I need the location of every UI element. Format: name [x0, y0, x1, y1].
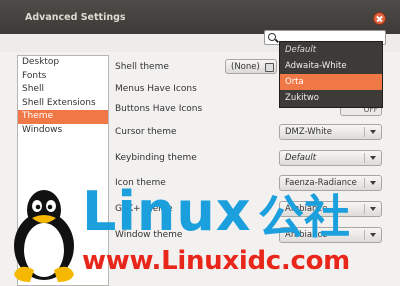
cursor-theme-value: DMZ-White — [285, 127, 332, 137]
chevron-down-icon — [370, 207, 376, 211]
sidebar-item-shell[interactable]: Shell — [18, 83, 108, 97]
combo-divider — [364, 178, 365, 188]
close-icon[interactable] — [373, 12, 386, 25]
chevron-down-icon — [370, 156, 376, 160]
icon-theme-combo[interactable]: Faenza-Radiance — [279, 175, 382, 191]
icon-theme-value: Faenza-Radiance — [285, 178, 357, 188]
chevron-down-icon — [370, 181, 376, 185]
watermark-linux-text: Linux — [82, 180, 252, 243]
buttons-have-icons-label: Buttons Have Icons — [115, 104, 203, 114]
keybinding-theme-value: Default — [285, 153, 317, 163]
tux-penguin-logo — [14, 190, 74, 282]
cursor-theme-label: Cursor theme — [115, 127, 177, 137]
window-titlebar: Advanced Settings — [0, 0, 400, 34]
window-title: Advanced Settings — [25, 12, 126, 23]
shell-theme-label: Shell theme — [115, 62, 169, 72]
combo-divider — [364, 153, 365, 163]
dropdown-option-default[interactable]: Default — [280, 42, 382, 58]
cursor-theme-combo[interactable]: DMZ-White — [279, 124, 382, 140]
sidebar-item-theme[interactable]: Theme — [18, 110, 108, 124]
folder-icon — [265, 63, 274, 72]
sidebar-item-windows[interactable]: Windows — [18, 124, 108, 138]
combo-divider — [364, 230, 365, 240]
combo-divider — [364, 204, 365, 214]
shell-theme-button[interactable]: (None) — [225, 59, 277, 74]
dropdown-option-orta[interactable]: Orta — [280, 74, 382, 90]
sidebar-item-desktop[interactable]: Desktop — [18, 56, 108, 70]
dropdown-option-adwaita-white[interactable]: Adwaita-White — [280, 58, 382, 74]
chevron-down-icon — [370, 130, 376, 134]
sidebar-item-shell-extensions[interactable]: Shell Extensions — [18, 97, 108, 111]
menus-have-icons-label: Menus Have Icons — [115, 84, 197, 94]
keybinding-theme-combo[interactable]: Default — [279, 150, 382, 166]
search-icon — [268, 33, 276, 41]
sidebar-item-fonts[interactable]: Fonts — [18, 70, 108, 84]
keybinding-theme-label: Keybinding theme — [115, 153, 197, 163]
shell-theme-dropdown: Default Adwaita-White Orta Zukitwo — [279, 41, 383, 108]
chevron-down-icon — [370, 233, 376, 237]
dropdown-option-zukitwo[interactable]: Zukitwo — [280, 90, 382, 106]
combo-divider — [364, 127, 365, 137]
watermark-cjk-text: 公社 — [258, 190, 350, 244]
shell-theme-value: (None) — [231, 62, 260, 72]
watermark-url-text: www.Linuxidc.com — [82, 246, 350, 276]
